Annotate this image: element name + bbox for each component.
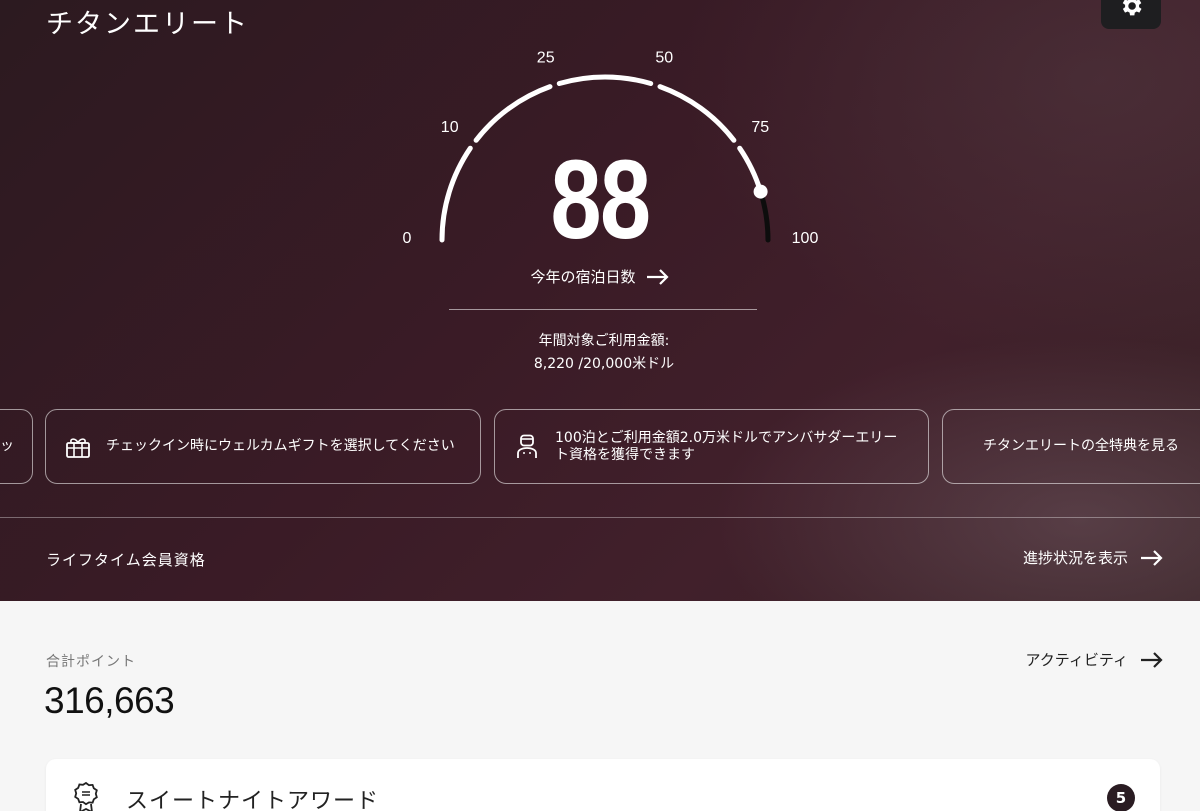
activity-link[interactable]: アクティビティ — [1026, 649, 1164, 670]
gauge-arc-segment — [657, 84, 737, 143]
suite-night-award-card[interactable]: スイートナイトアワード 5 — [46, 759, 1160, 811]
ambassador-icon — [513, 433, 541, 461]
benefit-card-previous-glyph: ッ — [0, 438, 14, 454]
spend-label: 年間対象ご利用金額: — [538, 333, 670, 349]
benefit-text: チェックイン時にウェルカムギフトを選択してください — [106, 438, 455, 454]
lifetime-status-label: ライフタイム会員資格 — [46, 551, 206, 569]
gauge-tick-label: 0 — [403, 230, 412, 247]
section-divider — [0, 517, 1200, 518]
activity-link-label: アクティビティ — [1025, 651, 1128, 669]
nights-count: 88 — [550, 137, 652, 262]
total-points-value: 316,663 — [44, 680, 175, 721]
settings-button[interactable] — [1101, 0, 1161, 29]
arrow-right-icon — [1141, 549, 1163, 566]
award-label: スイートナイトアワード — [126, 789, 380, 811]
gauge-tick-label: 50 — [655, 49, 673, 66]
award-ribbon-icon — [74, 781, 98, 811]
gauge-arc-segment — [758, 189, 771, 243]
nights-link[interactable]: 今年の宿泊日数 — [500, 266, 700, 287]
arrow-right-icon — [646, 268, 669, 285]
spend-value: 8,220 /20,000米ドル — [533, 356, 675, 372]
status-hero: チタンエリート 0 10 25 50 75 100 88 今年の宿泊日数 年間対象ご利用金… — [0, 0, 1200, 601]
benefit-card-previous[interactable]: ッ — [0, 409, 33, 484]
gift-icon — [64, 433, 92, 461]
nights-link-label: 今年の宿泊日数 — [530, 268, 636, 286]
gear-icon — [1122, 0, 1142, 16]
gauge-arc-segment — [556, 74, 654, 86]
benefit-text: チタンエリートの全特典を見る — [983, 438, 1179, 454]
award-count-badge: 5 — [1107, 784, 1135, 811]
gauge-tick-label: 10 — [441, 119, 459, 136]
gauge-tick-label: 100 — [792, 230, 819, 247]
gauge-divider — [449, 309, 757, 310]
total-points-label: 合計ポイント — [46, 654, 136, 670]
gauge-arc-segment — [439, 145, 473, 243]
gauge-arc-segment — [737, 145, 764, 195]
view-progress-label: 進捗状況を表示 — [1022, 549, 1128, 567]
benefit-card-ambassador[interactable]: 100泊とご利用金額2.0万米ドルでアンバサダーエリート資格を獲得できます — [494, 409, 929, 484]
gauge-tick-label: 25 — [537, 49, 555, 66]
gauge-tick-label: 75 — [751, 119, 769, 136]
benefit-card-all-benefits[interactable]: チタンエリートの全特典を見る — [942, 409, 1200, 484]
benefit-text: 100泊とご利用金額2.0万米ドルでアンバサダーエリート資格を獲得できます — [555, 429, 898, 463]
view-progress-link[interactable]: 進捗状況を表示 — [1023, 547, 1164, 568]
gauge-arc-segment — [473, 84, 553, 143]
tier-title: チタンエリート — [46, 9, 249, 40]
gauge-marker — [753, 184, 768, 199]
arrow-right-icon — [1141, 651, 1163, 668]
benefit-card-welcome-gift[interactable]: チェックイン時にウェルカムギフトを選択してください — [45, 409, 481, 484]
